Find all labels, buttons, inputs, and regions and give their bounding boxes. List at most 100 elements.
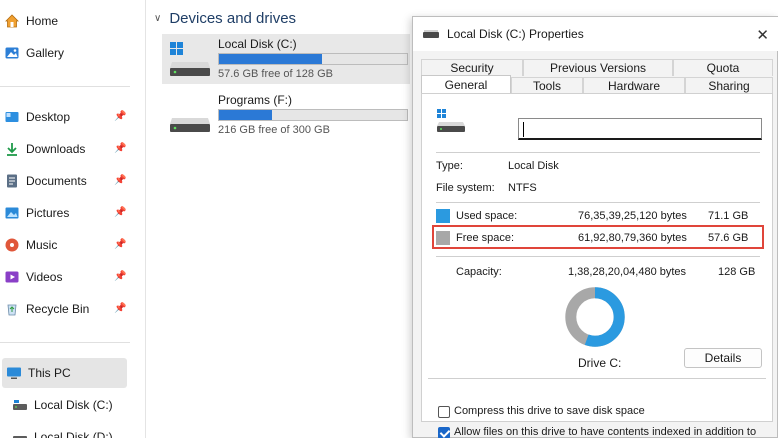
divider	[428, 378, 766, 379]
pin-icon[interactable]: 📌	[114, 143, 126, 155]
download-icon	[4, 141, 20, 157]
drive-letter-label: Drive C:	[578, 356, 622, 370]
dialog-title: Local Disk (C:) Properties	[447, 27, 584, 41]
free-space-swatch	[436, 231, 450, 245]
sidebar-item-label: Local Disk (C:)	[34, 398, 113, 412]
divider	[436, 202, 760, 203]
sidebar-item-label: This PC	[28, 366, 71, 380]
index-checkbox[interactable]	[438, 427, 450, 438]
pin-icon[interactable]: 📌	[114, 239, 126, 251]
file-system-label: File system:	[436, 182, 495, 194]
type-value: Local Disk	[508, 160, 559, 172]
sidebar-item-label: Documents	[26, 174, 87, 188]
free-space-gb: 57.6 GB	[708, 232, 749, 244]
drive-usage-bar	[218, 53, 408, 65]
general-tab-panel: Type: Local Disk File system: NTFS Used …	[421, 93, 773, 438]
drive-usage-bar	[218, 109, 408, 121]
close-icon[interactable]: ✕	[756, 26, 769, 44]
sidebar-item-label: Recycle Bin	[26, 302, 90, 316]
pictures-icon	[4, 205, 20, 221]
pin-icon[interactable]: 📌	[114, 207, 126, 219]
sidebar-item-desktop[interactable]: Desktop 📌	[0, 102, 130, 132]
sidebar-item-videos[interactable]: Videos 📌	[0, 262, 130, 292]
drive-free-text: 57.6 GB free of 128 GB	[218, 68, 333, 80]
drive-icon	[168, 96, 212, 134]
sidebar-item-label: Pictures	[26, 206, 70, 220]
sidebar-item-pictures[interactable]: Pictures 📌	[0, 198, 130, 228]
sidebar-item-downloads[interactable]: Downloads 📌	[0, 134, 130, 164]
pin-icon[interactable]: 📌	[114, 303, 126, 315]
pin-icon[interactable]: 📌	[114, 175, 126, 187]
videos-icon	[4, 269, 20, 285]
drive-name: Programs (F:)	[218, 93, 293, 107]
used-space-gb: 71.1 GB	[708, 210, 749, 222]
section-title: Devices and drives	[169, 10, 297, 27]
desktop-icon	[4, 109, 20, 125]
file-system-value: NTFS	[508, 182, 537, 194]
capacity-label: Capacity:	[456, 266, 502, 278]
pin-icon[interactable]: 📌	[114, 111, 126, 123]
sidebar-item-label: Local Disk (D:)	[34, 430, 113, 438]
drive-name-input[interactable]	[518, 118, 762, 140]
disk-usage-donut	[565, 287, 625, 347]
sidebar-item-label: Videos	[26, 270, 63, 284]
sidebar-item-label: Downloads	[26, 142, 86, 156]
used-space-bytes: 76,35,39,25,120 bytes	[578, 210, 687, 222]
this-pc-icon	[6, 365, 22, 381]
tab-hardware[interactable]: Hardware	[583, 77, 685, 94]
drive-tile-c[interactable]: Local Disk (C:) 57.6 GB free of 128 GB	[162, 34, 410, 84]
sidebar-item-gallery[interactable]: Gallery	[0, 38, 130, 68]
drive-icon	[423, 28, 439, 40]
drive-free-text: 216 GB free of 300 GB	[218, 124, 330, 136]
sidebar-divider	[0, 86, 130, 87]
dialog-titlebar[interactable]: Local Disk (C:) Properties ✕	[413, 17, 778, 51]
sidebar-item-music[interactable]: Music 📌	[0, 230, 130, 260]
text-caret	[523, 122, 524, 137]
drive-usage-fill	[219, 110, 272, 120]
sidebar-divider	[0, 342, 130, 343]
drive-usage-fill	[219, 54, 323, 64]
sidebar-item-label: Home	[26, 14, 59, 28]
drive-tile-f[interactable]: Programs (F:) 216 GB free of 300 GB	[162, 90, 410, 140]
divider	[436, 256, 760, 257]
capacity-bytes: 1,38,28,20,04,480 bytes	[568, 266, 687, 278]
drive-icon	[12, 429, 28, 438]
sidebar-item-this-pc[interactable]: This PC	[2, 358, 127, 388]
used-space-swatch	[436, 209, 450, 223]
music-icon	[4, 237, 20, 253]
sidebar-item-label: Music	[26, 238, 58, 252]
home-icon	[4, 13, 20, 29]
sidebar-item-local-disk-d[interactable]: Local Disk (D:)	[0, 422, 130, 438]
compress-checkbox[interactable]	[438, 406, 450, 418]
gallery-icon	[4, 45, 20, 61]
free-space-bytes: 61,92,80,79,360 bytes	[578, 232, 687, 244]
sidebar-item-recycle-bin[interactable]: Recycle Bin 📌	[0, 294, 130, 324]
chevron-down-icon[interactable]: ∨	[154, 13, 161, 24]
section-header[interactable]: ∨ Devices and drives	[154, 10, 296, 27]
properties-dialog: Local Disk (C:) Properties ✕ Security Pr…	[412, 16, 778, 438]
sidebar-item-local-disk-c[interactable]: Local Disk (C:)	[0, 390, 130, 420]
tab-security[interactable]: Security	[421, 59, 523, 76]
details-button[interactable]: Details	[684, 348, 762, 368]
document-icon	[4, 173, 20, 189]
sidebar-item-label: Desktop	[26, 110, 71, 124]
sidebar-item-documents[interactable]: Documents 📌	[0, 166, 130, 196]
drive-icon	[12, 397, 28, 413]
type-label: Type:	[436, 160, 463, 172]
windows-drive-icon	[168, 40, 212, 78]
sidebar-item-label: Gallery	[26, 46, 65, 60]
tab-quota[interactable]: Quota	[673, 59, 773, 76]
divider	[436, 152, 760, 153]
tab-tools[interactable]: Tools	[511, 77, 583, 94]
tab-previous-versions[interactable]: Previous Versions	[523, 59, 673, 76]
tab-sharing[interactable]: Sharing	[685, 77, 773, 94]
free-space-label: Free space:	[456, 232, 515, 244]
used-space-label: Used space:	[456, 210, 518, 222]
recycle-bin-icon	[4, 301, 20, 317]
drive-name: Local Disk (C:)	[218, 37, 297, 51]
capacity-gb: 128 GB	[718, 266, 756, 278]
sidebar-item-home[interactable]: Home	[0, 6, 130, 36]
compress-label: Compress this drive to save disk space	[454, 405, 645, 417]
pin-icon[interactable]: 📌	[114, 271, 126, 283]
navigation-pane: Home Gallery Desktop 📌 Downloads 📌 Docum…	[0, 0, 146, 438]
